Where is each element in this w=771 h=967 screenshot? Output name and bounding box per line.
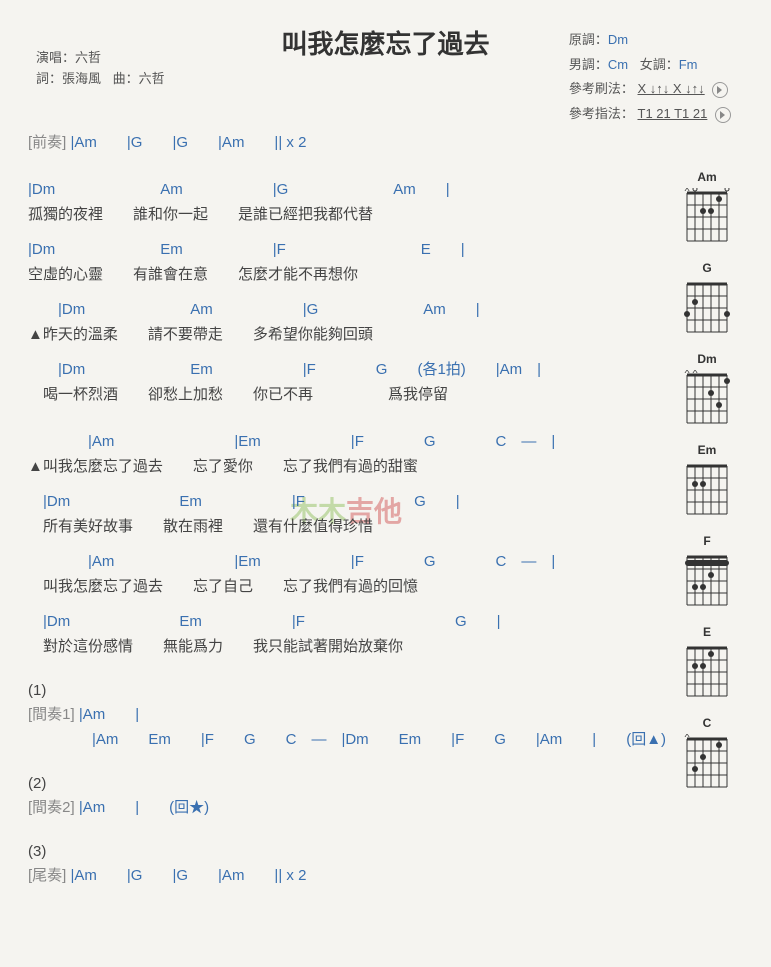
intro-line: [前奏] |Am |G |G |Am || x 2 [28, 131, 653, 152]
interlude-chords: |Am Em |F G C — |Dm Em |F G |Am | (回▲) [92, 731, 666, 748]
strum-label: 參考刷法： [569, 81, 634, 96]
lyricist-label: 詞： [36, 71, 62, 86]
male-key: Cm [608, 57, 628, 72]
pick-pattern: T1 21 T1 21 [638, 106, 708, 121]
verse-lyric: ▲昨天的溫柔 請不要帶走 多希望你能夠回頭 [28, 323, 653, 344]
svg-text:X: X [684, 370, 690, 375]
chorus-chords: |Am |Em |F G C — | [28, 430, 653, 451]
chorus-chords: |Dm Em |F G | [28, 490, 653, 511]
chord-diagram-f: F [671, 534, 743, 607]
interlude-chords: |Am | [79, 706, 139, 723]
chorus-lyric: 對於這份感情 無能爲力 我只能試著開始放棄你 [28, 635, 653, 656]
chord-diagram-c: C X [671, 716, 743, 789]
chord-diagram-am: Am X [671, 170, 743, 243]
diagram-label: F [703, 534, 710, 548]
verse-chords: |Dm Em |F E | [28, 238, 653, 259]
chord-diagram-g: G [671, 261, 743, 334]
play-pick-icon[interactable] [715, 107, 731, 123]
orig-key: Dm [608, 32, 628, 47]
outro-chords: |Am |G |G |Am || x 2 [71, 867, 307, 884]
female-key-label: 女調： [640, 57, 679, 72]
verse-lyric: 空虛的心靈 有誰會在意 怎麼才能不再想你 [28, 263, 653, 284]
section-num: (1) [28, 682, 653, 699]
chord-diagram-e: E [671, 625, 743, 698]
verse-lyric: 孤獨的夜裡 誰和你一起 是誰已經把我都代替 [28, 203, 653, 224]
chorus-lyric: 所有美好故事 散在雨裡 還有什麼值得珍惜 [28, 515, 653, 536]
interlude-label: [間奏2] [28, 799, 75, 816]
outro-line: [尾奏] |Am |G |G |Am || x 2 [28, 864, 653, 885]
interlude-line: [間奏2] |Am | (回★) [28, 796, 653, 817]
section-num: (2) [28, 775, 653, 792]
orig-key-label: 原調： [569, 32, 608, 47]
chorus-lyric: 叫我怎麼忘了過去 忘了自己 忘了我們有過的回憶 [28, 575, 653, 596]
intro-chords: |Am |G |G |Am || x 2 [71, 134, 307, 151]
svg-text:X: X [684, 734, 690, 739]
diagram-label: Em [698, 443, 717, 457]
verse-chords: |Dm Em |F G (各1拍) |Am | [28, 358, 653, 379]
section-num: (3) [28, 843, 653, 860]
interlude-label: [間奏1] [28, 706, 75, 723]
verse-lyric: 喝一杯烈酒 卻愁上加愁 你已不再 爲我停留 [28, 383, 653, 404]
diagram-label: G [702, 261, 711, 275]
composer-label: 曲： [113, 71, 139, 86]
verse-chords: |Dm Am |G Am | [28, 178, 653, 199]
performer-label: 演唱： [36, 50, 75, 65]
interlude-line: |Am Em |F G C — |Dm Em |F G |Am | (回▲) [28, 728, 653, 749]
chord-diagrams: Am X G Dm [671, 170, 743, 789]
intro-label: [前奏] [28, 134, 66, 151]
outro-label: [尾奏] [28, 867, 66, 884]
diagram-label: Dm [697, 352, 716, 366]
strum-pattern: X ↓↑↓ X ↓↑↓ [638, 81, 705, 96]
meta-left: 演唱：六哲 詞：張海風 曲：六哲 [36, 48, 165, 90]
lyricist: 張海風 [62, 71, 101, 86]
chorus-chords: |Am |Em |F G C — | [28, 550, 653, 571]
diagram-label: C [703, 716, 712, 730]
pick-label: 參考指法： [569, 106, 634, 121]
composer: 六哲 [139, 71, 165, 86]
interlude-line: [間奏1] |Am | [28, 703, 653, 724]
chorus-lyric: ▲叫我怎麼忘了過去 忘了愛你 忘了我們有過的甜蜜 [28, 455, 653, 476]
chord-diagram-dm: Dm XX [671, 352, 743, 425]
male-key-label: 男調： [569, 57, 608, 72]
svg-text:X: X [692, 370, 698, 375]
chorus-chords: |Dm Em |F G | [28, 610, 653, 631]
female-key: Fm [679, 57, 698, 72]
interlude-chords: |Am | (回★) [79, 799, 209, 816]
diagram-label: E [703, 625, 711, 639]
chord-diagram-em: Em [671, 443, 743, 516]
performer: 六哲 [75, 50, 101, 65]
svg-text:X: X [684, 188, 690, 193]
verse-chords: |Dm Am |G Am | [28, 298, 653, 319]
play-strum-icon[interactable] [712, 82, 728, 98]
meta-right: 原調：Dm 男調：Cm 女調：Fm 參考刷法： X ↓↑↓ X ↓↑↓ 參考指法… [569, 28, 731, 127]
diagram-label: Am [697, 170, 716, 184]
